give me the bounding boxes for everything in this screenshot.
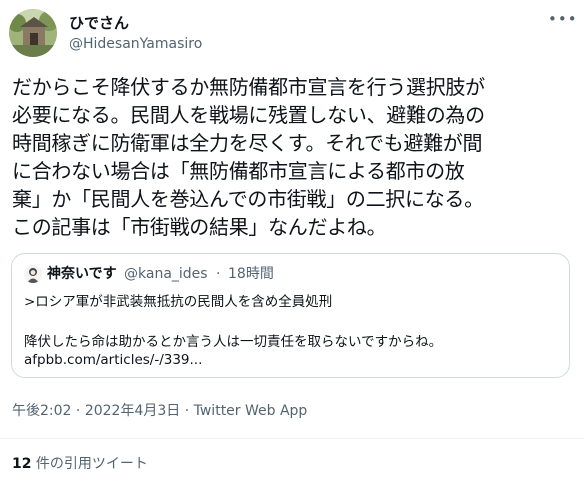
quoted-text-line1: >ロシア軍が非武装無抵抗の民間人を含め全員処刑 xyxy=(24,294,333,310)
quoted-author-name[interactable]: 神奈いです xyxy=(47,265,117,283)
quoted-separator: · xyxy=(216,266,221,282)
quote-label: 件の引用ツイート xyxy=(31,456,148,472)
avatar[interactable] xyxy=(9,9,57,57)
quoted-tweet[interactable]: 神奈いです @kana_ides · 18時間 >ロシア軍が非武装無抵抗の民間人… xyxy=(11,253,570,378)
quoted-time[interactable]: 18時間 xyxy=(228,265,274,283)
divider xyxy=(0,438,584,439)
more-icon[interactable]: ••• xyxy=(548,12,577,32)
tweet-source[interactable]: Twitter Web App xyxy=(194,403,308,419)
tweet-card: ひでさん @HidesanYamasiro ••• だからこそ降伏するか無防備都… xyxy=(0,0,584,486)
author-handle[interactable]: @HidesanYamasiro xyxy=(69,35,202,53)
tweet-text: だからこそ降伏するか無防備都市宣言を行う選択肢が 必要になる。民間人を戦場に残置… xyxy=(12,75,485,239)
quote-count: 12 xyxy=(12,456,32,472)
meta-separator: · xyxy=(75,403,81,419)
tweet-meta: 午後2:02 · 2022年4月3日 · Twitter Web App xyxy=(12,402,307,420)
author-name[interactable]: ひでさん xyxy=(69,13,129,33)
tweet-date[interactable]: 2022年4月3日 xyxy=(85,403,180,419)
quoted-avatar[interactable] xyxy=(24,265,42,283)
meta-separator: · xyxy=(184,403,190,419)
quoted-text-line2: 降伏したら命は助かるとか言う人は一切責任を取らないですからね。 xyxy=(24,334,443,350)
tweet-time[interactable]: 午後2:02 xyxy=(12,403,71,419)
quoted-author-handle[interactable]: @kana_ides xyxy=(124,265,208,283)
quoted-link[interactable]: afpbb.com/articles/-/339... xyxy=(24,351,202,369)
quote-tweets-link[interactable]: 12 件の引用ツイート xyxy=(12,455,148,473)
